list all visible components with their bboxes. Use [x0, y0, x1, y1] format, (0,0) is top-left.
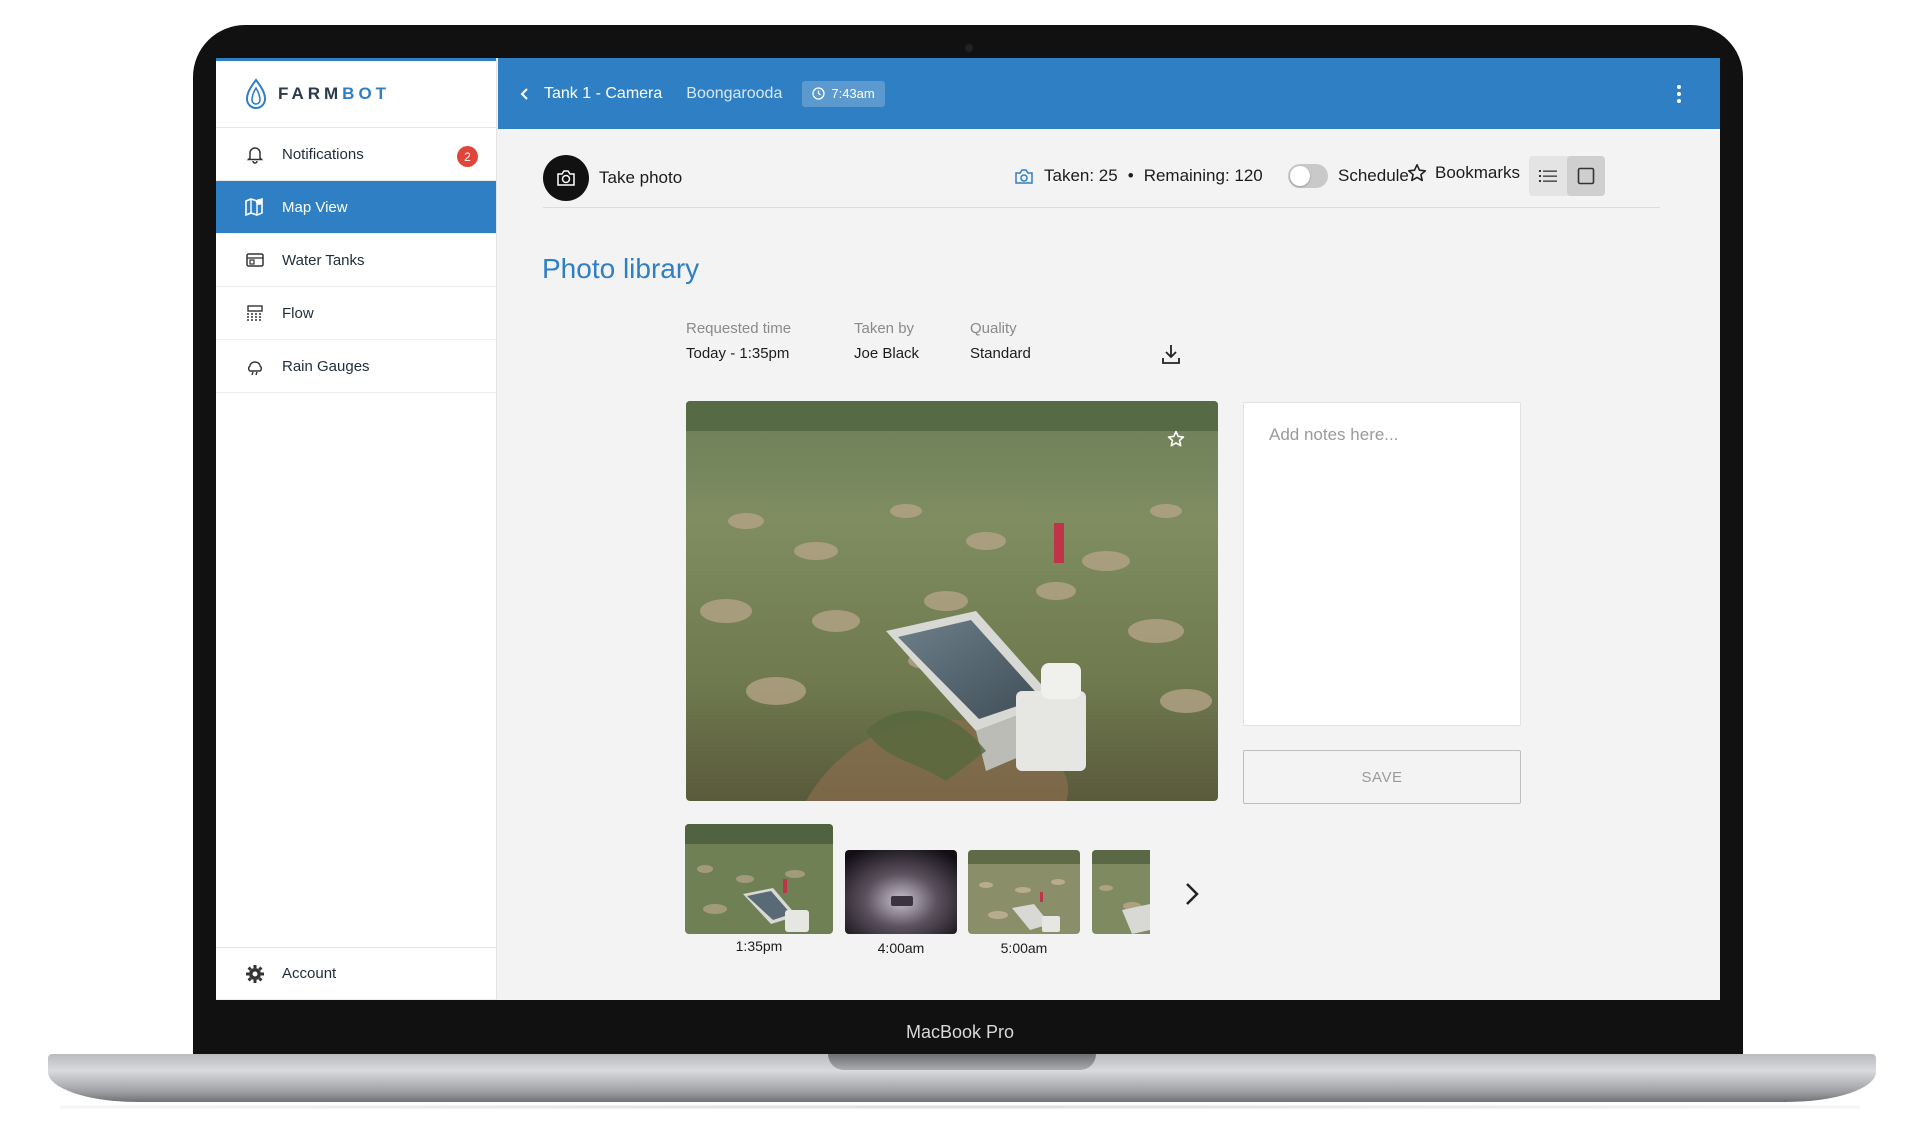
quality-label: Quality: [970, 320, 1017, 337]
sidebar-item-label: Notifications: [282, 145, 364, 163]
top-bar: Tank 1 - Camera Boongarooda 7:43am: [498, 58, 1720, 129]
requested-time-label: Requested time: [686, 320, 792, 337]
view-switch: [1529, 156, 1605, 196]
drop-logo-icon: [245, 78, 267, 109]
list-view-button[interactable]: [1529, 156, 1567, 196]
notes-panel: [1243, 402, 1521, 726]
thumbnail-4[interactable]: [1092, 850, 1150, 934]
tank-icon: [244, 249, 266, 271]
list-icon: [1539, 170, 1557, 182]
photo-library-title: Photo library: [542, 253, 700, 284]
thumbnail-1[interactable]: [685, 824, 833, 934]
sidebar-item-account[interactable]: Account: [216, 947, 497, 1000]
download-icon[interactable]: [1161, 343, 1181, 365]
notes-input[interactable]: [1269, 425, 1495, 703]
camera-toolbar: Take photo Taken: 25 • Remaining: 120 Sc…: [543, 148, 1660, 208]
time-value: 7:43am: [831, 86, 875, 101]
laptop-notch: [828, 1054, 1096, 1070]
notification-badge: 2: [457, 146, 478, 167]
flow-icon: [244, 302, 266, 324]
thumbnail-3[interactable]: [968, 850, 1080, 934]
camera-icon: [543, 154, 589, 201]
taken-by: Taken by Joe Black: [854, 320, 919, 362]
clock-icon: [812, 87, 826, 100]
remaining-count: Remaining: 120: [1143, 166, 1263, 185]
rain-gauge-icon: [244, 355, 266, 377]
gear-icon: [244, 963, 266, 985]
laptop-shadow: [60, 1105, 1860, 1109]
bookmark-star-icon[interactable]: [1167, 430, 1185, 448]
brand-name-part2: BOT: [342, 84, 391, 103]
sidebar-item-label: Rain Gauges: [282, 357, 370, 375]
photo-stats: Taken: 25 • Remaining: 120: [1014, 166, 1263, 186]
sidebar-item-rain-gauges[interactable]: Rain Gauges: [216, 340, 496, 393]
taken-count: Taken: 25: [1044, 166, 1118, 185]
square-icon: [1577, 167, 1595, 185]
brand-name-part1: FARM: [278, 84, 343, 103]
back-arrow-icon[interactable]: [518, 87, 532, 101]
thumbnail-time: 4:00am: [877, 940, 925, 956]
location-name: Boongarooda: [686, 84, 783, 102]
schedule-label: Schedule: [1338, 166, 1409, 185]
toggle-knob: [1290, 166, 1310, 186]
page-title: Tank 1 - Camera: [544, 84, 663, 102]
sidebar-item-label: Water Tanks: [282, 251, 365, 269]
webcam: [965, 44, 973, 52]
take-photo-button[interactable]: Take photo: [543, 154, 683, 201]
main-photo[interactable]: [686, 401, 1218, 801]
chevron-right-icon[interactable]: [1184, 881, 1200, 907]
grid-view-button[interactable]: [1567, 156, 1605, 196]
app-screen: FARMBOT Notifications 2 Map View Water T…: [216, 58, 1720, 1000]
stats-separator: •: [1127, 166, 1134, 185]
brand: FARMBOT: [216, 58, 496, 128]
sidebar-item-water-tanks[interactable]: Water Tanks: [216, 234, 496, 287]
quality-value: Standard: [970, 345, 1031, 362]
sidebar: FARMBOT Notifications 2 Map View Water T…: [216, 58, 497, 1000]
device-label: MacBook Pro: [905, 1022, 1015, 1042]
star-icon: [1407, 164, 1427, 182]
schedule-toggle-group: Schedule: [1288, 164, 1409, 188]
schedule-toggle[interactable]: [1288, 164, 1328, 188]
quality: Quality Standard: [970, 320, 1031, 362]
sidebar-item-notifications[interactable]: Notifications 2: [216, 128, 496, 181]
bookmarks-button[interactable]: Bookmarks: [1407, 163, 1520, 183]
take-photo-label: Take photo: [599, 167, 683, 187]
camera-outline-icon: [1015, 168, 1033, 184]
save-button[interactable]: SAVE: [1243, 750, 1521, 804]
brand-name: FARMBOT: [278, 84, 390, 104]
sidebar-item-map-view[interactable]: Map View: [216, 181, 496, 234]
sidebar-item-label: Flow: [282, 304, 314, 322]
bell-icon: [244, 143, 266, 165]
thumbnail-2[interactable]: [845, 850, 957, 934]
taken-by-label: Taken by: [854, 320, 915, 337]
bookmarks-label: Bookmarks: [1435, 163, 1521, 182]
map-icon: [244, 196, 266, 218]
requested-time: Requested time Today - 1:35pm: [686, 320, 791, 362]
more-menu-icon[interactable]: [1676, 84, 1682, 104]
time-chip: 7:43am: [802, 80, 885, 107]
taken-by-value: Joe Black: [854, 345, 920, 362]
requested-time-value: Today - 1:35pm: [686, 345, 790, 362]
thumbnail-time: 5:00am: [1000, 940, 1048, 956]
sidebar-item-label: Map View: [282, 198, 348, 216]
sidebar-item-label: Account: [282, 965, 337, 982]
thumbnail-time: 1:35pm: [735, 938, 783, 954]
sidebar-item-flow[interactable]: Flow: [216, 287, 496, 340]
